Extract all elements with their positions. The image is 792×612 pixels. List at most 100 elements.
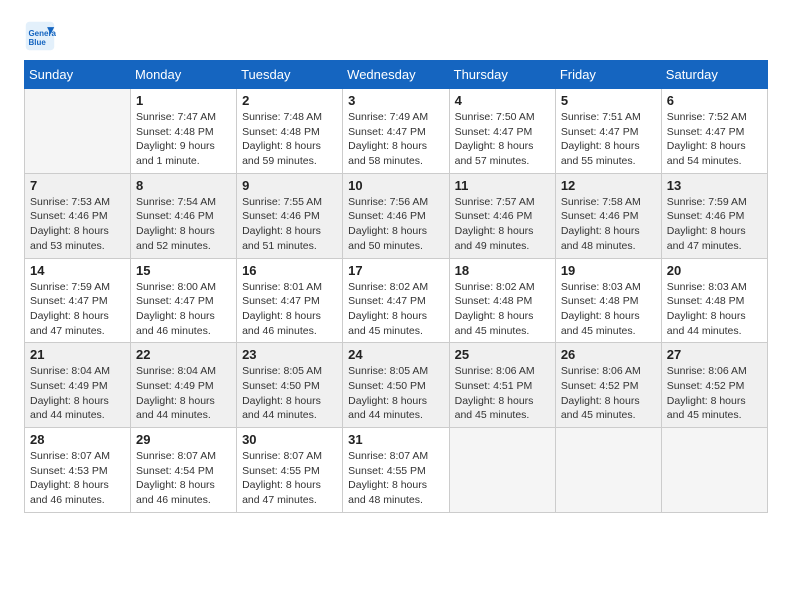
day-number: 4: [455, 93, 550, 108]
calendar-cell: 19 Sunrise: 8:03 AMSunset: 4:48 PMDayligh…: [555, 258, 661, 343]
col-header-monday: Monday: [131, 61, 237, 89]
day-info: Sunrise: 8:07 AMSunset: 4:55 PMDaylight:…: [348, 449, 443, 508]
col-header-saturday: Saturday: [661, 61, 767, 89]
calendar-cell: 12 Sunrise: 7:58 AMSunset: 4:46 PMDayligh…: [555, 173, 661, 258]
calendar-cell: 31 Sunrise: 8:07 AMSunset: 4:55 PMDayligh…: [343, 428, 449, 513]
day-number: 9: [242, 178, 337, 193]
calendar-cell: 3 Sunrise: 7:49 AMSunset: 4:47 PMDaylight…: [343, 89, 449, 174]
day-info: Sunrise: 7:49 AMSunset: 4:47 PMDaylight:…: [348, 110, 443, 169]
day-info: Sunrise: 8:07 AMSunset: 4:53 PMDaylight:…: [30, 449, 125, 508]
day-number: 17: [348, 263, 443, 278]
day-info: Sunrise: 8:07 AMSunset: 4:55 PMDaylight:…: [242, 449, 337, 508]
calendar-cell: 17 Sunrise: 8:02 AMSunset: 4:47 PMDayligh…: [343, 258, 449, 343]
calendar-cell: 4 Sunrise: 7:50 AMSunset: 4:47 PMDaylight…: [449, 89, 555, 174]
calendar-cell: 7 Sunrise: 7:53 AMSunset: 4:46 PMDaylight…: [25, 173, 131, 258]
day-number: 6: [667, 93, 762, 108]
day-info: Sunrise: 7:57 AMSunset: 4:46 PMDaylight:…: [455, 195, 550, 254]
calendar-cell: 16 Sunrise: 8:01 AMSunset: 4:47 PMDayligh…: [237, 258, 343, 343]
col-header-tuesday: Tuesday: [237, 61, 343, 89]
col-header-friday: Friday: [555, 61, 661, 89]
calendar-cell: 9 Sunrise: 7:55 AMSunset: 4:46 PMDaylight…: [237, 173, 343, 258]
logo: General Blue: [24, 20, 60, 52]
day-number: 28: [30, 432, 125, 447]
calendar-cell: [25, 89, 131, 174]
calendar-cell: 6Sunrise: 7:52 AMSunset: 4:47 PMDaylight…: [661, 89, 767, 174]
calendar-cell: 11 Sunrise: 7:57 AMSunset: 4:46 PMDayligh…: [449, 173, 555, 258]
calendar-cell: 22 Sunrise: 8:04 AMSunset: 4:49 PMDayligh…: [131, 343, 237, 428]
day-number: 3: [348, 93, 443, 108]
day-info: Sunrise: 7:59 AMSunset: 4:47 PMDaylight:…: [30, 280, 125, 339]
day-info: Sunrise: 7:48 AMSunset: 4:48 PMDaylight:…: [242, 110, 337, 169]
day-number: 16: [242, 263, 337, 278]
day-number: 21: [30, 347, 125, 362]
day-info: Sunrise: 8:06 AMSunset: 4:52 PMDaylight:…: [667, 364, 762, 423]
calendar-cell: 28 Sunrise: 8:07 AMSunset: 4:53 PMDayligh…: [25, 428, 131, 513]
day-info: Sunrise: 8:01 AMSunset: 4:47 PMDaylight:…: [242, 280, 337, 339]
day-number: 8: [136, 178, 231, 193]
calendar-cell: 24 Sunrise: 8:05 AMSunset: 4:50 PMDayligh…: [343, 343, 449, 428]
calendar-cell: 18Sunrise: 8:02 AMSunset: 4:48 PMDayligh…: [449, 258, 555, 343]
calendar-cell: 29 Sunrise: 8:07 AMSunset: 4:54 PMDayligh…: [131, 428, 237, 513]
day-info: Sunrise: 7:58 AMSunset: 4:46 PMDaylight:…: [561, 195, 656, 254]
day-number: 7: [30, 178, 125, 193]
day-number: 27: [667, 347, 762, 362]
calendar-cell: 8Sunrise: 7:54 AMSunset: 4:46 PMDaylight…: [131, 173, 237, 258]
day-info: Sunrise: 7:51 AMSunset: 4:47 PMDaylight:…: [561, 110, 656, 169]
day-number: 5: [561, 93, 656, 108]
calendar-cell: 5 Sunrise: 7:51 AMSunset: 4:47 PMDaylight…: [555, 89, 661, 174]
day-info: Sunrise: 8:05 AMSunset: 4:50 PMDaylight:…: [242, 364, 337, 423]
day-number: 26: [561, 347, 656, 362]
day-info: Sunrise: 8:04 AMSunset: 4:49 PMDaylight:…: [136, 364, 231, 423]
calendar-header-row: SundayMondayTuesdayWednesdayThursdayFrid…: [25, 61, 768, 89]
col-header-thursday: Thursday: [449, 61, 555, 89]
day-info: Sunrise: 8:03 AMSunset: 4:48 PMDaylight:…: [561, 280, 656, 339]
calendar-cell: 30Sunrise: 8:07 AMSunset: 4:55 PMDayligh…: [237, 428, 343, 513]
day-info: Sunrise: 8:05 AMSunset: 4:50 PMDaylight:…: [348, 364, 443, 423]
day-info: Sunrise: 8:02 AMSunset: 4:47 PMDaylight:…: [348, 280, 443, 339]
calendar-cell: 23 Sunrise: 8:05 AMSunset: 4:50 PMDayligh…: [237, 343, 343, 428]
calendar-cell: 13 Sunrise: 7:59 AMSunset: 4:46 PMDayligh…: [661, 173, 767, 258]
day-number: 18: [455, 263, 550, 278]
calendar-cell: [661, 428, 767, 513]
calendar-cell: 10 Sunrise: 7:56 AMSunset: 4:46 PMDayligh…: [343, 173, 449, 258]
calendar-cell: 15Sunrise: 8:00 AMSunset: 4:47 PMDayligh…: [131, 258, 237, 343]
day-number: 14: [30, 263, 125, 278]
calendar-cell: 2 Sunrise: 7:48 AMSunset: 4:48 PMDaylight…: [237, 89, 343, 174]
day-info: Sunrise: 7:56 AMSunset: 4:46 PMDaylight:…: [348, 195, 443, 254]
day-number: 19: [561, 263, 656, 278]
page-header: General Blue: [24, 20, 768, 52]
calendar-cell: [449, 428, 555, 513]
day-number: 31: [348, 432, 443, 447]
day-number: 22: [136, 347, 231, 362]
day-number: 13: [667, 178, 762, 193]
logo-icon: General Blue: [24, 20, 56, 52]
day-info: Sunrise: 7:55 AMSunset: 4:46 PMDaylight:…: [242, 195, 337, 254]
day-info: Sunrise: 8:04 AMSunset: 4:49 PMDaylight:…: [30, 364, 125, 423]
day-number: 12: [561, 178, 656, 193]
day-number: 29: [136, 432, 231, 447]
day-info: Sunrise: 7:53 AMSunset: 4:46 PMDaylight:…: [30, 195, 125, 254]
calendar-cell: 25Sunrise: 8:06 AMSunset: 4:51 PMDayligh…: [449, 343, 555, 428]
day-info: Sunrise: 8:07 AMSunset: 4:54 PMDaylight:…: [136, 449, 231, 508]
day-number: 11: [455, 178, 550, 193]
col-header-sunday: Sunday: [25, 61, 131, 89]
calendar-cell: 1Sunrise: 7:47 AMSunset: 4:48 PMDaylight…: [131, 89, 237, 174]
col-header-wednesday: Wednesday: [343, 61, 449, 89]
day-number: 23: [242, 347, 337, 362]
day-number: 24: [348, 347, 443, 362]
svg-text:Blue: Blue: [28, 38, 46, 47]
day-number: 1: [136, 93, 231, 108]
calendar-cell: 21 Sunrise: 8:04 AMSunset: 4:49 PMDayligh…: [25, 343, 131, 428]
day-info: Sunrise: 8:03 AMSunset: 4:48 PMDaylight:…: [667, 280, 762, 339]
calendar-cell: 26Sunrise: 8:06 AMSunset: 4:52 PMDayligh…: [555, 343, 661, 428]
day-number: 10: [348, 178, 443, 193]
day-info: Sunrise: 7:59 AMSunset: 4:46 PMDaylight:…: [667, 195, 762, 254]
calendar-week-row: 21 Sunrise: 8:04 AMSunset: 4:49 PMDayligh…: [25, 343, 768, 428]
calendar-week-row: 28 Sunrise: 8:07 AMSunset: 4:53 PMDayligh…: [25, 428, 768, 513]
day-info: Sunrise: 7:50 AMSunset: 4:47 PMDaylight:…: [455, 110, 550, 169]
day-info: Sunrise: 8:06 AMSunset: 4:51 PMDaylight:…: [455, 364, 550, 423]
day-number: 2: [242, 93, 337, 108]
day-info: Sunrise: 8:00 AMSunset: 4:47 PMDaylight:…: [136, 280, 231, 339]
calendar-cell: 14 Sunrise: 7:59 AMSunset: 4:47 PMDayligh…: [25, 258, 131, 343]
calendar-week-row: 1Sunrise: 7:47 AMSunset: 4:48 PMDaylight…: [25, 89, 768, 174]
